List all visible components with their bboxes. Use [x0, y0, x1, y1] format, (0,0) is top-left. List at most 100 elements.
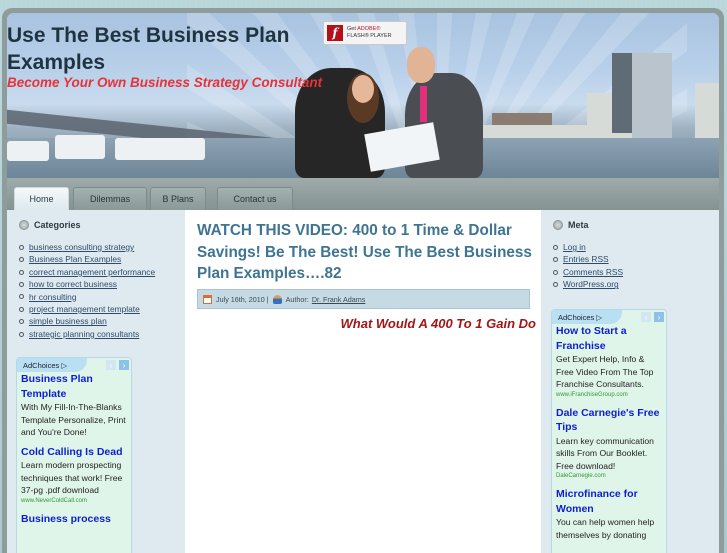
flash-icon: f	[327, 25, 343, 41]
ad-title-link[interactable]: How to Start a Franchise	[556, 324, 662, 353]
entries-rss-link[interactable]: Entries RSS	[563, 253, 609, 265]
bullet-icon	[19, 306, 24, 312]
tab-label: B Plans	[162, 194, 194, 204]
author-icon	[272, 294, 282, 304]
ad-description: Get Expert Help, Info & Free Video From …	[556, 354, 654, 389]
man-tie	[420, 86, 427, 122]
category-link[interactable]: hr consulting	[29, 291, 77, 303]
calendar-icon	[203, 294, 212, 304]
tab-label: Dilemmas	[89, 194, 130, 204]
site-tagline: Become Your Own Business Strategy Consul…	[7, 75, 323, 90]
author-label: Author:	[285, 294, 309, 304]
ad-next-icon[interactable]: ›	[119, 360, 129, 370]
ad-title-link[interactable]: Microfinance for Women	[556, 487, 662, 516]
categories-list: business consulting strategy Business Pl…	[19, 241, 155, 340]
ad-header: AdChoices ▷ ‹ ›	[552, 310, 666, 324]
ad-item: Business Plan Template With My Fill-In-T…	[21, 372, 127, 439]
main-nav: Home Dilemmas B Plans Contact us	[7, 178, 719, 210]
category-link[interactable]: business consulting strategy	[29, 241, 134, 253]
get-flash-player-button[interactable]: f Get ADOBE® FLASH® PLAYER	[323, 21, 407, 45]
category-item: Business Plan Examples	[19, 253, 155, 265]
meta-item: WordPress.org	[553, 278, 623, 290]
ad-body: Business Plan Template With My Fill-In-T…	[17, 372, 131, 526]
left-sidebar: Categories business consulting strategy …	[7, 210, 185, 553]
bullet-icon	[19, 294, 24, 300]
author-link[interactable]: Dr. Frank Adams	[312, 295, 366, 304]
meta-item: Log in	[553, 241, 623, 253]
ad-header: AdChoices ▷ ‹ ›	[17, 358, 131, 372]
tab-b-plans[interactable]: B Plans	[150, 187, 206, 210]
bullet-icon	[19, 269, 24, 275]
flash-badge-product: FLASH® PLAYER	[347, 33, 392, 39]
ad-title-text: Business Plan Template	[21, 373, 93, 400]
ad-description: Learn modern prospecting techniques that…	[21, 460, 123, 495]
comments-rss-link[interactable]: Comments RSS	[563, 266, 623, 278]
ad-url[interactable]: www.NeverColdCall.com	[21, 497, 127, 506]
bullet-icon	[19, 319, 24, 325]
boat	[7, 141, 49, 161]
ad-title-link[interactable]: Business process	[21, 512, 127, 527]
category-item: strategic planning consultants	[19, 328, 155, 340]
ad-item: Dale Carnegie's Free Tips Learn key comm…	[556, 406, 662, 482]
site-title[interactable]: Use The Best Business Plan Examples	[7, 22, 317, 76]
building	[612, 53, 632, 133]
adchoices-link[interactable]: AdChoices ▷	[17, 358, 87, 372]
category-link[interactable]: correct management performance	[29, 266, 155, 278]
tab-label: Contact us	[233, 194, 277, 204]
bullet-icon	[553, 269, 558, 275]
adchoices-link[interactable]: AdChoices ▷	[552, 310, 622, 324]
categories-title: Categories	[34, 220, 81, 230]
ad-url[interactable]: DaleCarnegie.com	[556, 472, 662, 481]
meta-list: Log in Entries RSS Comments RSS WordPres…	[553, 241, 623, 291]
ad-prev-icon[interactable]: ‹	[106, 360, 116, 370]
post-date: July 16th, 2010 |	[216, 294, 269, 304]
meta-item: Comments RSS	[553, 266, 623, 278]
tab-home[interactable]: Home	[14, 187, 69, 210]
man-face	[407, 47, 435, 83]
category-link[interactable]: Business Plan Examples	[29, 253, 121, 265]
ad-next-icon[interactable]: ›	[654, 312, 664, 322]
widget-bullet-icon	[553, 220, 563, 230]
category-link[interactable]: project management template	[29, 303, 140, 315]
ad-item: How to Start a Franchise Get Expert Help…	[556, 324, 662, 400]
page-container: Use The Best Business Plan Examples Beco…	[7, 13, 719, 553]
bullet-icon	[19, 257, 24, 263]
ad-item: Business process	[21, 512, 127, 527]
ad-body: How to Start a Franchise Get Expert Help…	[552, 324, 666, 541]
ad-item: Cold Calling Is Dead Learn modern prospe…	[21, 445, 127, 506]
widget-bullet-icon	[19, 220, 29, 230]
tab-label: Home	[29, 194, 54, 204]
categories-widget-title: Categories	[19, 220, 81, 230]
category-link[interactable]: how to correct business	[29, 278, 117, 290]
ad-unit-left: AdChoices ▷ ‹ › Business Plan Template W…	[16, 357, 132, 553]
ad-item: Microfinance for Women You can help wome…	[556, 487, 662, 541]
login-link[interactable]: Log in	[563, 241, 586, 253]
category-item: project management template	[19, 303, 155, 315]
post-subheading: What Would A 400 To 1 Gain Do	[340, 316, 537, 331]
category-link[interactable]: strategic planning consultants	[29, 328, 139, 340]
boat	[115, 138, 205, 160]
bullet-icon	[553, 281, 558, 287]
ad-unit-right: AdChoices ▷ ‹ › How to Start a Franchise…	[551, 309, 667, 553]
meta-item: Entries RSS	[553, 253, 623, 265]
category-link[interactable]: simple business plan	[29, 315, 107, 327]
bullet-icon	[19, 281, 24, 287]
category-item: correct management performance	[19, 266, 155, 278]
main-content: WATCH THIS VIDEO: 400 to 1 Time & Dollar…	[185, 210, 541, 553]
building	[695, 83, 719, 138]
meta-title: Meta	[568, 220, 589, 230]
wordpress-org-link[interactable]: WordPress.org	[563, 278, 619, 290]
right-sidebar: Meta Log in Entries RSS Comments RSS Wor…	[541, 210, 719, 553]
ad-title-link[interactable]: Business Plan Template	[21, 372, 127, 401]
ad-url[interactable]: www.iFranchiseGroup.com	[556, 391, 662, 400]
tab-dilemmas[interactable]: Dilemmas	[73, 187, 147, 210]
ad-prev-icon[interactable]: ‹	[641, 312, 651, 322]
ad-title-link[interactable]: Cold Calling Is Dead	[21, 445, 127, 460]
tab-contact-us[interactable]: Contact us	[217, 187, 293, 210]
ad-description: Learn key communication skills From Our …	[556, 435, 654, 471]
bullet-icon	[19, 331, 24, 337]
ad-title-link[interactable]: Dale Carnegie's Free Tips	[556, 406, 662, 435]
ad-description: You can help women help themselves by do…	[556, 517, 655, 540]
category-item: business consulting strategy	[19, 241, 155, 253]
post-title[interactable]: WATCH THIS VIDEO: 400 to 1 Time & Dollar…	[197, 220, 537, 285]
